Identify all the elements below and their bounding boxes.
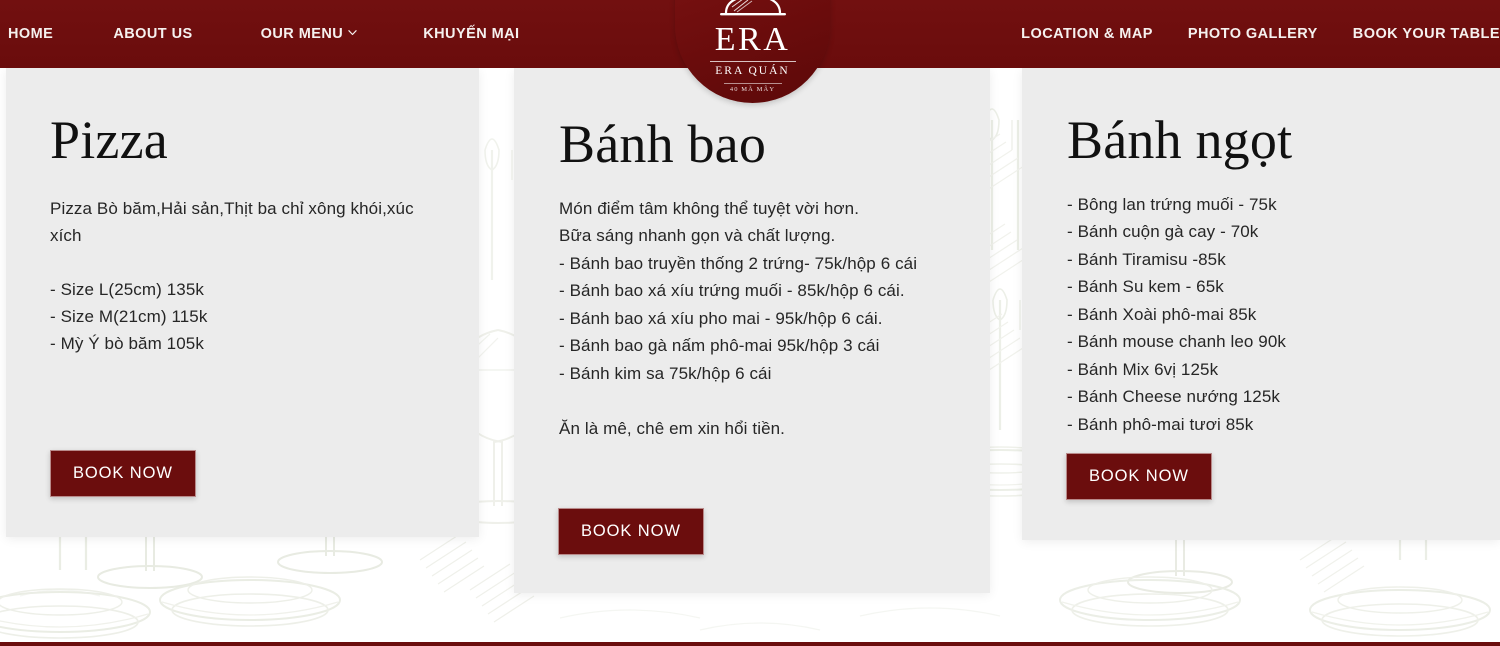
primary-nav-right: LOCATION & MAP PHOTO GALLERY BOOK YOUR T… xyxy=(1021,26,1500,42)
book-now-button-banh-bao[interactable]: BOOK NOW xyxy=(558,508,704,555)
logo-divider-bottom xyxy=(723,82,782,84)
menu-card-banh-ngot-title: Bánh ngọt xyxy=(1067,110,1293,170)
nav-home-label: HOME xyxy=(8,26,54,42)
nav-our-menu-label: OUR MENU xyxy=(260,26,344,42)
logo-wordmark: ERA xyxy=(714,21,791,58)
site-header: HOME ABOUT US OUR MENU KHUYẾN MẠI LOCATI… xyxy=(0,0,1500,103)
chevron-down-icon xyxy=(348,28,357,37)
menu-card-banh-bao-title: Bánh bao xyxy=(559,114,767,174)
nav-khuyen-mai-label: KHUYẾN MẠI xyxy=(423,26,520,42)
nav-our-menu[interactable]: OUR MENU xyxy=(261,26,358,42)
nav-book-your-table[interactable]: BOOK YOUR TABLE xyxy=(1353,26,1500,42)
nav-photo-gallery-label: PHOTO GALLERY xyxy=(1187,26,1318,42)
nav-photo-gallery[interactable]: PHOTO GALLERY xyxy=(1188,26,1318,42)
nav-location-map-label: LOCATION & MAP xyxy=(1021,26,1153,42)
menu-card-pizza-content: Pizza Pizza Bò băm,Hải sản,Thịt ba chỉ x… xyxy=(6,68,479,357)
menu-card-pizza-action: BOOK NOW xyxy=(50,450,196,497)
logo-address: 40 MÃ MÂY xyxy=(729,85,776,93)
nav-about-us[interactable]: ABOUT US xyxy=(113,26,192,42)
menu-cards-section: Pizza Pizza Bò băm,Hải sản,Thịt ba chỉ x… xyxy=(0,68,1500,646)
book-now-button-pizza[interactable]: BOOK NOW xyxy=(50,450,196,497)
menu-card-banh-bao-action: BOOK NOW xyxy=(558,508,704,555)
nav-location-map[interactable]: LOCATION & MAP xyxy=(1021,26,1153,42)
nav-book-your-table-label: BOOK YOUR TABLE xyxy=(1352,26,1500,42)
menu-card-banh-ngot-action: BOOK NOW xyxy=(1066,453,1212,500)
menu-card-pizza-description: Pizza Bò băm,Hải sản,Thịt ba chỉ xông kh… xyxy=(50,198,414,353)
footer-accent-rule xyxy=(0,642,1500,646)
logo-divider-top xyxy=(709,61,796,62)
menu-card-banh-ngot-content: Bánh ngọt - Bông lan trứng muối - 75k - … xyxy=(1022,68,1500,438)
nav-about-us-label: ABOUT US xyxy=(113,26,193,42)
nav-khuyen-mai[interactable]: KHUYẾN MẠI xyxy=(423,26,519,42)
menu-card-banh-bao-description: Món điểm tâm không thể tuyệt vời hơn. Bữ… xyxy=(559,198,918,438)
book-now-button-banh-ngot[interactable]: BOOK NOW xyxy=(1066,453,1212,500)
logo-subtitle: ERA QUÁN xyxy=(715,65,790,77)
nav-home[interactable]: HOME xyxy=(8,26,53,42)
primary-nav-left: HOME ABOUT US OUR MENU KHUYẾN MẠI xyxy=(0,26,520,42)
menu-card-pizza-title: Pizza xyxy=(50,110,168,170)
menu-card-banh-ngot-description: - Bông lan trứng muối - 75k - Bánh cuộn … xyxy=(1067,194,1287,434)
menu-card-banh-bao-content: Bánh bao Món điểm tâm không thể tuyệt vờ… xyxy=(514,68,990,442)
